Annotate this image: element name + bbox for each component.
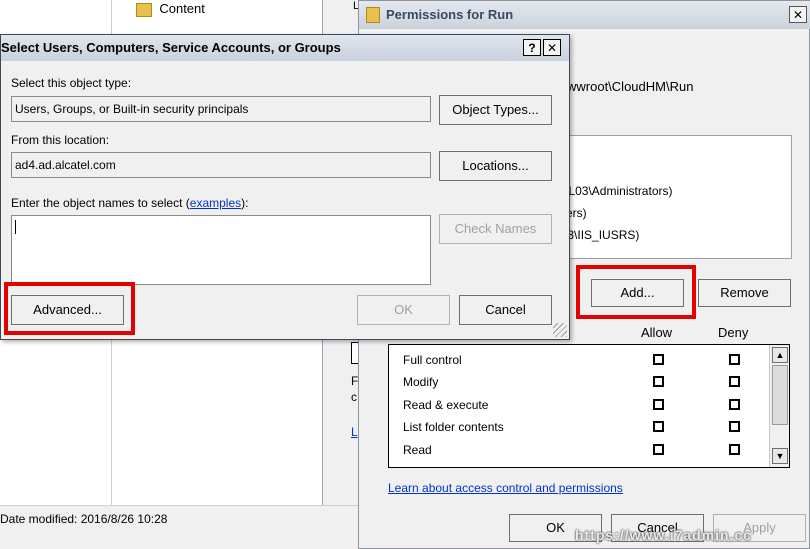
ok-button[interactable]: OK xyxy=(357,295,450,325)
allow-checkbox[interactable] xyxy=(653,376,664,387)
right-label: Read xyxy=(403,443,432,457)
location-field: ad4.ad.alcatel.com xyxy=(11,152,431,178)
right-label: Full control xyxy=(403,353,462,367)
deny-checkbox[interactable] xyxy=(729,354,740,365)
names-label-prefix: Enter the object names to select ( xyxy=(11,196,190,210)
remove-button[interactable]: Remove xyxy=(698,279,791,307)
folder-icon xyxy=(136,2,152,17)
allow-checkbox[interactable] xyxy=(653,421,664,432)
scroll-up-icon[interactable]: ▲ xyxy=(772,347,788,363)
object-types-button[interactable]: Object Types... xyxy=(439,95,552,125)
right-row-read-execute: Read & execute xyxy=(389,396,769,418)
allow-checkbox[interactable] xyxy=(653,444,664,455)
object-type-field: Users, Groups, or Built-in security prin… xyxy=(11,96,431,122)
select-title-bar: Select Users, Computers, Service Account… xyxy=(1,35,569,61)
list-item[interactable]: TAL03\Administrators) xyxy=(554,184,672,198)
deny-checkbox[interactable] xyxy=(729,399,740,410)
right-label: Modify xyxy=(403,375,439,389)
date-modified-text: Date modified: 2016/8/26 10:28 xyxy=(0,512,168,526)
deny-checkbox[interactable] xyxy=(729,444,740,455)
highlight-add-button xyxy=(576,265,696,319)
principals-list[interactable]: TAL03\Administrators) Jsers) L03\IIS_IUS… xyxy=(554,135,792,259)
right-label: List folder contents xyxy=(403,420,504,434)
watermark-text: https://www.i7admin.cc xyxy=(575,527,753,543)
close-icon[interactable]: ✕ xyxy=(543,39,561,56)
names-label: Enter the object names to select (exampl… xyxy=(11,196,248,210)
locations-button[interactable]: Locations... xyxy=(439,151,552,181)
deny-column-header: Deny xyxy=(718,325,749,340)
scroll-thumb[interactable] xyxy=(772,365,788,425)
highlight-advanced-button xyxy=(4,282,135,335)
folder-icon xyxy=(366,7,380,23)
rights-scrollbar[interactable]: ▲ ▼ xyxy=(769,345,789,467)
scroll-down-icon[interactable]: ▼ xyxy=(772,448,788,464)
rights-list: Full control Modify Read & execute List … xyxy=(388,344,790,468)
permissions-title: Permissions for Run xyxy=(386,7,514,22)
permissions-title-bar: Permissions for Run ✕ xyxy=(359,1,810,29)
right-label: Read & execute xyxy=(403,398,489,412)
right-row-full-control: Full control xyxy=(389,351,769,373)
object-names-input[interactable] xyxy=(11,215,431,285)
check-names-button[interactable]: Check Names xyxy=(439,214,552,244)
allow-checkbox[interactable] xyxy=(653,354,664,365)
deny-checkbox[interactable] xyxy=(729,421,740,432)
right-row-list-folder: List folder contents xyxy=(389,418,769,440)
allow-column-header: Allow xyxy=(641,325,673,340)
folder-item-label: Content xyxy=(159,1,205,16)
object-type-label: Select this object type: xyxy=(11,76,132,90)
help-icon[interactable]: ? xyxy=(523,39,541,56)
deny-checkbox[interactable] xyxy=(729,376,740,387)
right-row-modify: Modify xyxy=(389,373,769,395)
allow-checkbox[interactable] xyxy=(653,399,664,410)
close-icon[interactable]: ✕ xyxy=(789,6,807,23)
learn-link[interactable]: Learn about access control and permissio… xyxy=(388,481,623,495)
right-row-read: Read xyxy=(389,441,769,463)
object-path: wwroot\CloudHM\Run xyxy=(567,79,694,94)
text-cursor xyxy=(15,220,16,234)
explorer-folder-item[interactable]: Content xyxy=(136,1,205,19)
cancel-button[interactable]: Cancel xyxy=(459,295,552,325)
location-label: From this location: xyxy=(11,133,110,147)
names-label-suffix: ): xyxy=(241,196,249,210)
resize-grip-icon[interactable] xyxy=(553,323,567,337)
select-dialog-title: Select Users, Computers, Service Account… xyxy=(1,40,341,55)
examples-link[interactable]: examples xyxy=(190,196,241,210)
